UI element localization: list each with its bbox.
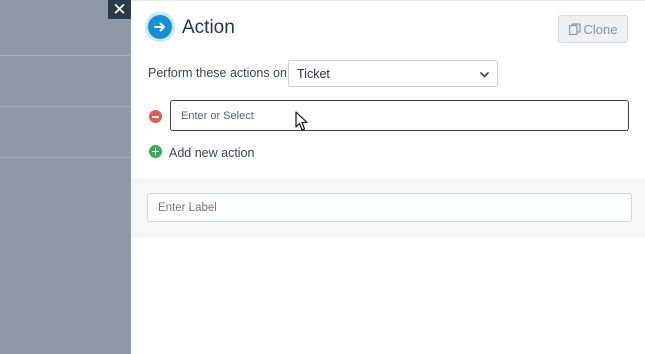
label-section <box>131 178 645 238</box>
action-panel: Action Clone Perform these actions on Ti… <box>131 0 645 354</box>
plus-circle-icon[interactable] <box>149 145 162 158</box>
overlay-divider <box>0 55 131 56</box>
close-icon[interactable]: ✕ <box>108 0 131 19</box>
perform-actions-label: Perform these actions on <box>148 66 287 80</box>
clone-button-label: Clone <box>583 21 618 37</box>
arrow-right-icon <box>145 12 175 42</box>
add-new-action-link[interactable]: Add new action <box>169 146 254 160</box>
action-select-input[interactable] <box>170 100 629 131</box>
copy-icon <box>568 23 581 35</box>
perform-on-value: Ticket <box>297 66 330 81</box>
label-input[interactable] <box>147 193 632 222</box>
perform-on-select[interactable]: Ticket <box>288 60 498 87</box>
background-overlay <box>0 0 131 354</box>
panel-title: Action <box>182 17 235 38</box>
overlay-divider <box>0 157 131 158</box>
clone-button[interactable]: Clone <box>558 15 628 43</box>
chevron-down-icon <box>480 72 489 78</box>
minus-circle-icon[interactable] <box>149 110 162 123</box>
overlay-divider <box>0 106 131 107</box>
